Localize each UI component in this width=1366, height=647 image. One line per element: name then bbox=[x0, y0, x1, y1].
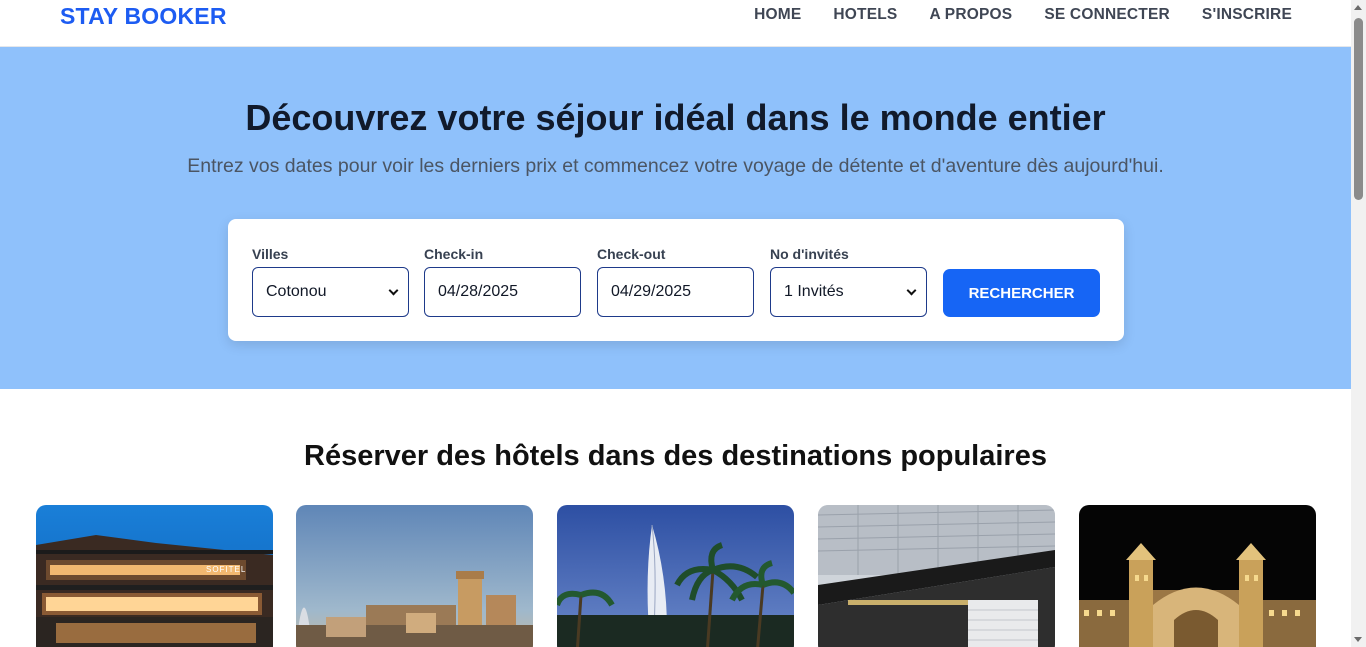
hotel-image bbox=[296, 505, 533, 647]
search-form: Villes Cotonou Check-in 04/28/2025 Check… bbox=[228, 219, 1124, 341]
destination-card[interactable] bbox=[296, 505, 533, 647]
hero-subtitle: Entrez vos dates pour voir les derniers … bbox=[187, 155, 1164, 177]
guests-value: 1 Invités bbox=[784, 283, 844, 300]
hero-title: Découvrez votre séjour idéal dans le mon… bbox=[245, 97, 1106, 138]
destination-card[interactable] bbox=[557, 505, 794, 647]
nav-link-about[interactable]: A PROPOS bbox=[929, 6, 1012, 24]
scroll-up-arrow-icon[interactable] bbox=[1354, 5, 1362, 10]
search-button[interactable]: RECHERCHER bbox=[943, 269, 1100, 317]
destination-card[interactable]: SOFITEL bbox=[36, 505, 273, 647]
checkout-value: 04/29/2025 bbox=[611, 283, 692, 300]
city-label: Villes bbox=[252, 246, 289, 262]
page-scrollbar[interactable] bbox=[1351, 0, 1366, 647]
nav-links: HOME HOTELS A PROPOS SE CONNECTER S'INSC… bbox=[754, 6, 1292, 24]
nav-link-login[interactable]: SE CONNECTER bbox=[1044, 6, 1170, 24]
checkin-label: Check-in bbox=[424, 246, 484, 262]
brand-logo[interactable]: STAY BOOKER bbox=[60, 3, 227, 30]
city-select[interactable]: Cotonou bbox=[252, 267, 409, 317]
checkout-label: Check-out bbox=[597, 246, 666, 262]
navbar: STAY BOOKER HOME HOTELS A PROPOS SE CONN… bbox=[0, 0, 1351, 47]
hotel-image bbox=[557, 505, 794, 647]
checkout-input[interactable]: 04/29/2025 bbox=[597, 267, 754, 317]
destinations-title: Réserver des hôtels dans des destination… bbox=[304, 440, 1047, 472]
scroll-down-arrow-icon[interactable] bbox=[1354, 637, 1362, 642]
nav-link-hotels[interactable]: HOTELS bbox=[833, 6, 897, 24]
checkin-value: 04/28/2025 bbox=[438, 283, 519, 300]
guests-label: No d'invités bbox=[770, 246, 849, 262]
chevron-down-icon bbox=[906, 285, 917, 296]
hotel-image bbox=[1079, 505, 1316, 647]
hero-section: Découvrez votre séjour idéal dans le mon… bbox=[0, 47, 1351, 389]
destination-card[interactable] bbox=[818, 505, 1055, 647]
checkin-input[interactable]: 04/28/2025 bbox=[424, 267, 581, 317]
nav-link-home[interactable]: HOME bbox=[754, 6, 801, 24]
city-value: Cotonou bbox=[266, 283, 327, 300]
nav-link-register[interactable]: S'INSCRIRE bbox=[1202, 6, 1292, 24]
hotel-image bbox=[818, 505, 1055, 647]
hotel-image: SOFITEL bbox=[36, 505, 273, 647]
chevron-down-icon bbox=[388, 285, 399, 296]
scrollbar-thumb[interactable] bbox=[1354, 18, 1363, 200]
destination-card[interactable] bbox=[1079, 505, 1316, 647]
hotel-sign: SOFITEL bbox=[206, 565, 246, 574]
guests-select[interactable]: 1 Invités bbox=[770, 267, 927, 317]
